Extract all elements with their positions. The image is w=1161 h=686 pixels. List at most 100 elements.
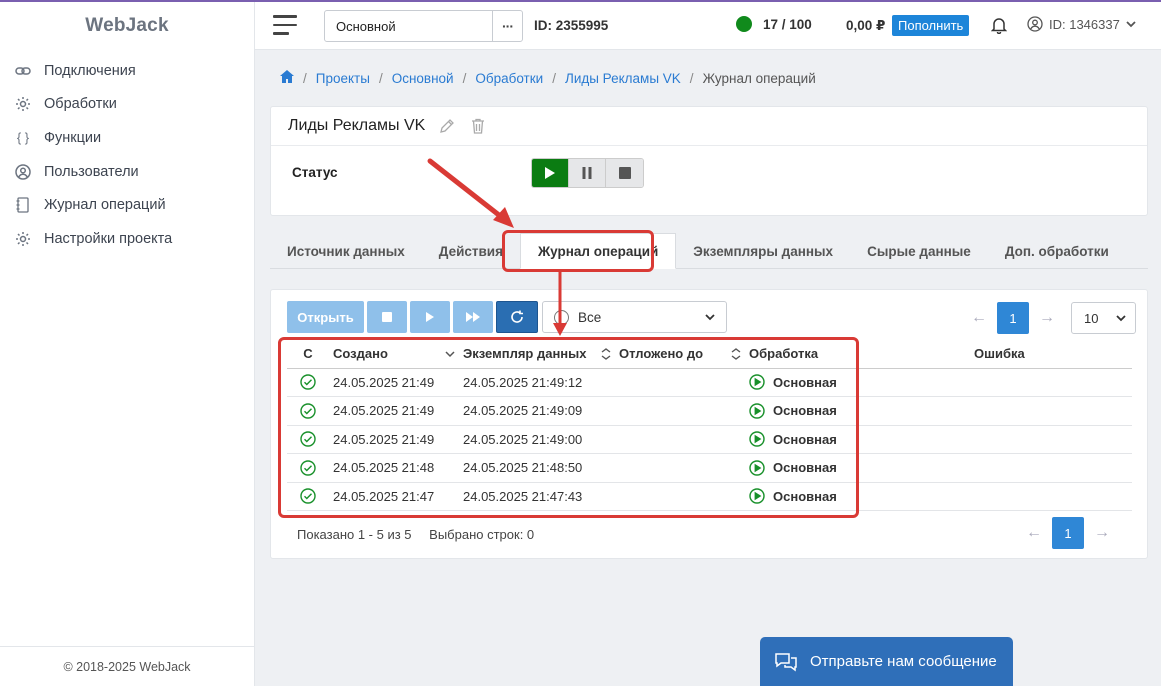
play-circle-icon [749,460,765,476]
topup-button[interactable]: Пополнить [892,15,970,36]
sidebar-item-label: Подключения [44,62,136,79]
tab-instances[interactable]: Экземпляры данных [676,233,850,269]
col-status[interactable]: С [287,340,329,369]
sort-icon [601,347,611,360]
logo[interactable]: WebJack [0,2,254,50]
processing-cell[interactable]: Основная [745,396,970,426]
deferred-cell [615,482,745,511]
open-button[interactable]: Открыть [287,301,364,333]
processing-cell[interactable]: Основная [745,368,970,397]
journal-icon [14,196,32,214]
col-instance[interactable]: Экземпляр данных [459,340,615,369]
next-page-button[interactable]: → [1084,517,1120,549]
user-icon [1027,16,1043,32]
tab-actions[interactable]: Действия [422,233,520,269]
sort-icon [731,347,741,360]
col-error[interactable]: Ошибка [970,340,1132,369]
tab-extra-processings[interactable]: Доп. обработки [988,233,1126,269]
chevron-down-icon [1126,21,1136,28]
error-cell [970,482,1132,511]
sidebar-item-functions[interactable]: { } Функции [0,121,254,155]
instance-cell: 24.05.2025 21:49:09 [459,396,615,426]
sidebar-nav: Подключения Обработки { } Функции Пользо… [0,54,254,256]
menu-toggle-icon[interactable] [273,15,297,37]
page-number-button[interactable]: 1 [997,302,1029,334]
project-more-button[interactable]: ··· [492,11,522,41]
home-icon[interactable] [280,70,294,86]
breadcrumb-projects[interactable]: Проекты [316,71,370,86]
table-row[interactable]: 24.05.2025 21:49 24.05.2025 21:49:09 Основ… [287,396,1132,426]
instance-cell: 24.05.2025 21:47:43 [459,482,615,511]
braces-icon: { } [16,130,30,146]
tab-journal[interactable]: Журнал операций [519,233,677,269]
play-button[interactable] [532,159,569,187]
tab-raw-data[interactable]: Сырые данные [850,233,988,269]
page-size-select[interactable]: 10 [1071,302,1136,334]
project-id: ID: 2355995 [534,18,609,33]
check-circle-icon [300,374,316,390]
play-circle-icon [749,488,765,504]
status-filter-select[interactable]: Все [542,301,727,333]
instance-cell: 24.05.2025 21:49:00 [459,425,615,454]
shown-count: Показано 1 - 5 из 5 [297,527,412,542]
pause-button[interactable] [569,159,606,187]
sidebar-item-settings[interactable]: Настройки проекта [0,222,254,256]
pagination-top: ← 1 → 10 [961,302,1136,334]
table-row[interactable]: 24.05.2025 21:49 24.05.2025 21:49:00 Основ… [287,425,1132,454]
sidebar-item-connections[interactable]: Подключения [0,54,254,88]
col-created[interactable]: Создано [329,340,459,369]
col-processing[interactable]: Обработка [745,340,970,369]
project-select[interactable]: Основной ··· [324,10,523,42]
deferred-cell [615,425,745,454]
table-row[interactable]: 24.05.2025 21:48 24.05.2025 21:48:50 Основ… [287,453,1132,483]
breadcrumb-current: Журнал операций [702,70,816,86]
table-row[interactable]: 24.05.2025 21:47 24.05.2025 21:47:43 Основ… [287,482,1132,511]
edit-icon[interactable] [439,118,455,134]
deferred-cell [615,368,745,397]
sidebar-item-label: Функции [44,129,102,146]
error-cell [970,453,1132,483]
tab-data-source[interactable]: Источник данных [270,233,422,269]
check-circle-icon [300,431,316,447]
processing-cell[interactable]: Основная [745,482,970,511]
next-page-button[interactable]: → [1029,302,1065,334]
play-circle-icon [749,374,765,390]
stop-selected-button[interactable] [367,301,407,333]
run-selected-button[interactable] [410,301,450,333]
user-icon [14,163,32,181]
col-deferred[interactable]: Отложено до [615,340,745,369]
prev-page-button[interactable]: ← [1016,517,1052,549]
check-circle-icon [300,460,316,476]
trash-icon[interactable] [471,118,485,134]
circle-icon [554,309,569,325]
table-row[interactable]: 24.05.2025 21:49 24.05.2025 21:49:12 Основ… [287,368,1132,397]
gear-icon [14,230,32,248]
breadcrumb: / Проекты / Основной / Обработки / Лиды … [280,70,816,86]
created-cell: 24.05.2025 21:49 [329,396,459,426]
top-header: Основной ··· ID: 2355995 17 / 100 0,00 ₽… [255,2,1161,50]
bell-icon[interactable] [990,16,1009,36]
sidebar-item-journal[interactable]: Журнал операций [0,188,254,222]
play-circle-icon [749,431,765,447]
user-menu[interactable]: ID: 1346337 [1027,16,1143,32]
status-label: Статус [292,165,338,180]
stop-button[interactable] [606,159,643,187]
status-cell [287,453,329,483]
run-all-button[interactable] [453,301,493,333]
prev-page-button[interactable]: ← [961,302,997,334]
refresh-button[interactable] [496,301,538,333]
page-number-button[interactable]: 1 [1052,517,1084,549]
sidebar-item-label: Обработки [44,96,117,113]
processing-cell[interactable]: Основная [745,425,970,454]
sort-down-icon [445,351,455,357]
chat-widget-button[interactable]: Отправьте нам сообщение [760,637,1013,686]
sidebar: WebJack Подключения Обработки { } Функци… [0,2,255,686]
breadcrumb-processings[interactable]: Обработки [475,71,543,86]
table-header-row: С Создано Экземпляр данных Отложено до О… [287,340,1132,369]
play-circle-icon [749,403,765,419]
sidebar-item-users[interactable]: Пользователи [0,155,254,189]
processing-cell[interactable]: Основная [745,453,970,483]
breadcrumb-project[interactable]: Основной [392,71,454,86]
breadcrumb-processing[interactable]: Лиды Рекламы VK [565,71,681,86]
sidebar-item-processings[interactable]: Обработки [0,88,254,122]
